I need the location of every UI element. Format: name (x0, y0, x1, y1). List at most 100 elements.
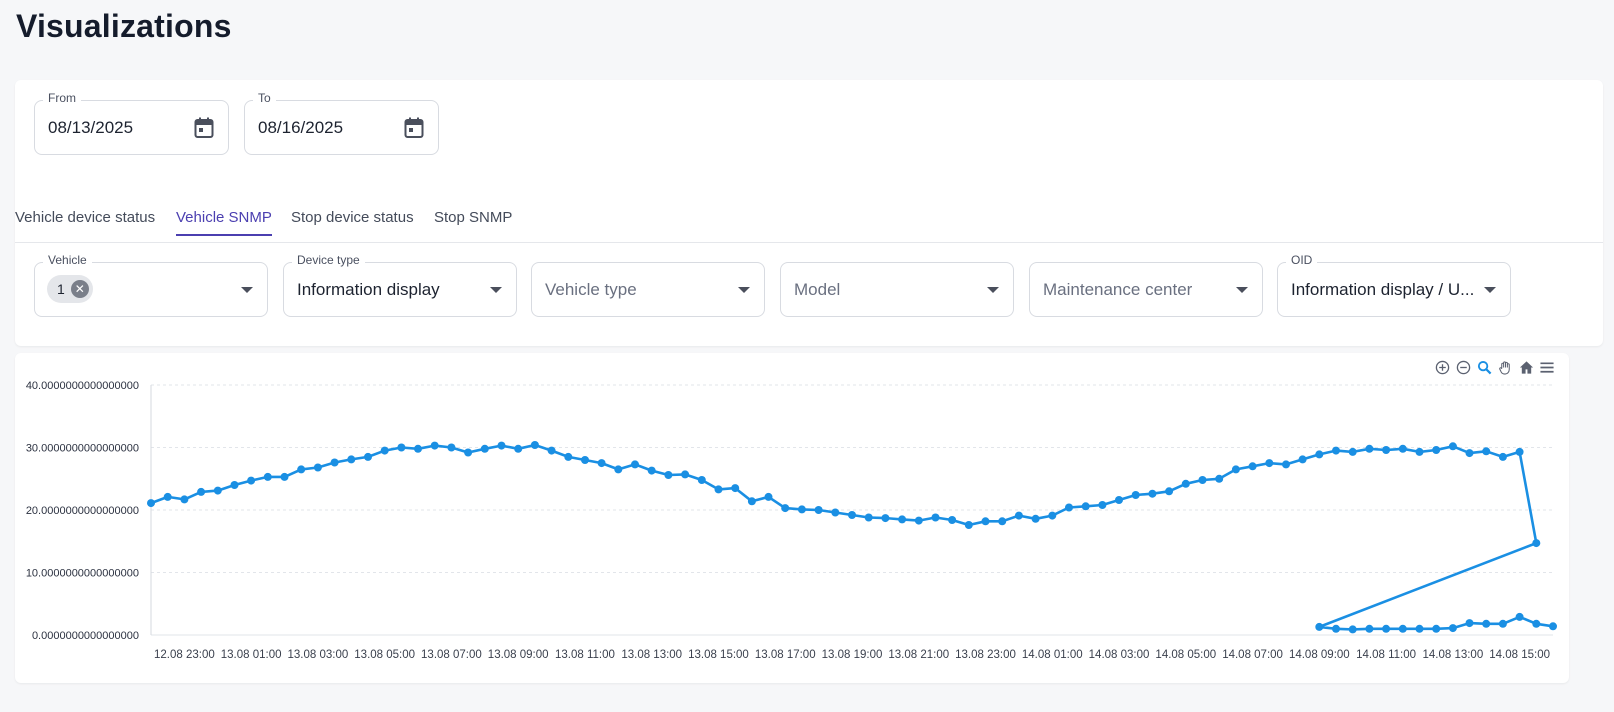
oid-select[interactable]: OID Information display / U... (1277, 253, 1511, 317)
data-point (1448, 442, 1457, 451)
y-tick-label: 10.0000000000000000 (26, 568, 139, 580)
data-point (1198, 476, 1207, 484)
data-point (1382, 446, 1391, 454)
data-point (1265, 459, 1274, 468)
data-point (1415, 447, 1424, 456)
data-point (1332, 624, 1340, 633)
data-point (1432, 624, 1441, 633)
to-date-field[interactable]: To 08/16/2025 (244, 91, 439, 155)
tab-vehicle-snmp[interactable]: Vehicle SNMP (176, 209, 272, 236)
data-point (330, 458, 339, 467)
data-point (430, 441, 439, 450)
data-point (1515, 612, 1524, 621)
from-date-value[interactable]: 08/13/2025 (48, 118, 133, 138)
data-point (1148, 489, 1157, 498)
x-tick-label: 13.08 15:00 (688, 649, 749, 661)
data-point (213, 486, 222, 495)
data-point (814, 506, 823, 514)
data-point (1282, 460, 1290, 469)
data-point (581, 456, 589, 464)
data-point (1315, 450, 1324, 459)
data-point (1215, 474, 1224, 483)
tab-vehicle-device-status[interactable]: Vehicle device status (15, 209, 155, 236)
data-point (347, 455, 356, 464)
data-point (764, 492, 773, 501)
calendar-icon[interactable] (194, 117, 214, 139)
data-point (1365, 624, 1374, 633)
data-point (1382, 624, 1391, 633)
vehicle-chip[interactable]: 1 ✕ (47, 275, 93, 303)
x-tick-label: 14.08 13:00 (1422, 649, 1483, 661)
data-point (263, 472, 272, 481)
data-point (1465, 619, 1474, 628)
data-point (1014, 511, 1023, 520)
x-tick-label: 13.08 07:00 (421, 649, 482, 661)
series-line (150, 443, 1554, 631)
x-tick-label: 13.08 05:00 (354, 649, 415, 661)
from-date-label: From (43, 91, 81, 105)
device-type-select[interactable]: Device type Information display (283, 253, 517, 317)
data-point (313, 463, 322, 472)
data-point (247, 476, 256, 485)
vehicle-type-placeholder: Vehicle type (545, 280, 637, 299)
data-point (664, 471, 673, 479)
data-point (1498, 619, 1507, 628)
chevron-down-icon[interactable] (987, 287, 999, 293)
x-tick-label: 13.08 03:00 (288, 649, 349, 661)
data-point (497, 441, 506, 450)
data-point (1532, 619, 1541, 628)
data-point (1365, 444, 1374, 453)
data-point (948, 516, 957, 524)
data-point (180, 495, 189, 504)
vehicle-select[interactable]: Vehicle 1 ✕ (34, 253, 268, 317)
data-point (964, 521, 973, 529)
data-point (931, 513, 940, 522)
tab-bar: Vehicle device status Vehicle SNMP Stop … (15, 207, 1603, 243)
data-point (1549, 622, 1557, 631)
data-point (981, 517, 990, 526)
data-point (1398, 624, 1407, 633)
vehicle-label: Vehicle (43, 253, 92, 267)
maintenance-center-select[interactable]: Maintenance center (1029, 262, 1263, 317)
model-select[interactable]: Model (780, 262, 1014, 317)
chevron-down-icon[interactable] (241, 287, 253, 293)
chevron-down-icon[interactable] (1484, 287, 1496, 293)
from-date-field[interactable]: From 08/13/2025 (34, 91, 229, 155)
to-date-value[interactable]: 08/16/2025 (258, 118, 343, 138)
data-point (848, 511, 856, 519)
data-point (547, 446, 556, 455)
x-tick-label: 13.08 09:00 (488, 649, 549, 661)
maintenance-center-placeholder: Maintenance center (1043, 280, 1193, 299)
chevron-down-icon[interactable] (1236, 287, 1248, 293)
chevron-down-icon[interactable] (738, 287, 750, 293)
line-chart[interactable]: 0.0000000000000000 10.0000000000000000 20.… (15, 353, 1569, 683)
data-point (1081, 502, 1090, 511)
y-tick-label: 0.0000000000000000 (32, 630, 139, 642)
data-point (1348, 625, 1357, 634)
data-point (731, 484, 740, 493)
x-tick-label: 14.08 07:00 (1222, 649, 1283, 661)
data-point (1065, 503, 1073, 512)
x-tick-label: 14.08 15:00 (1489, 649, 1550, 661)
data-point (447, 443, 456, 452)
model-placeholder: Model (794, 280, 841, 299)
data-point (1298, 455, 1307, 464)
x-tick-label: 12.08 23:00 (154, 649, 215, 661)
filter-panel: From 08/13/2025 To 08/16/2025 Vehicle de… (15, 80, 1603, 346)
vehicle-type-select[interactable]: Vehicle type (531, 262, 765, 317)
data-point (898, 515, 907, 524)
data-point (1098, 501, 1107, 509)
data-point (280, 472, 289, 481)
chevron-down-icon[interactable] (490, 287, 502, 293)
tab-stop-device-status[interactable]: Stop device status (291, 209, 414, 236)
data-point (781, 504, 790, 513)
device-type-label: Device type (292, 253, 365, 267)
calendar-icon[interactable] (404, 117, 424, 139)
data-point (881, 514, 890, 523)
tab-stop-snmp[interactable]: Stop SNMP (434, 209, 512, 236)
data-point (631, 460, 639, 469)
data-point (380, 446, 389, 455)
data-point (1465, 449, 1474, 458)
chart-panel: 0.0000000000000000 10.0000000000000000 20.… (15, 353, 1569, 683)
chip-remove-icon[interactable]: ✕ (70, 280, 89, 298)
